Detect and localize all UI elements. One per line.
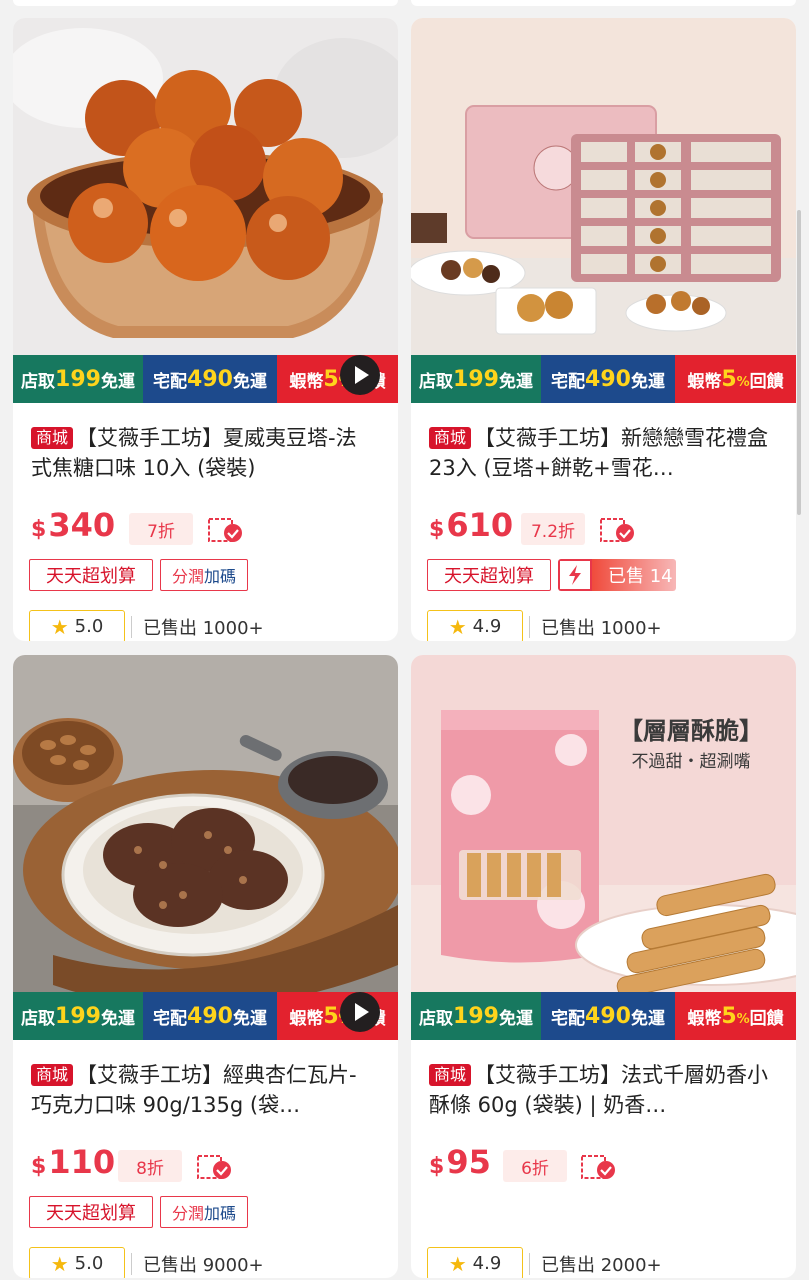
mall-badge: 商城 [31,1064,74,1086]
price: $110 [31,1143,116,1181]
coupon-icon [581,1155,615,1179]
discount-badge: 7.2折 [521,513,585,545]
sold-count: 已售出 9000+ [143,1255,264,1276]
video-play-icon[interactable] [340,992,380,1032]
tag-commission-bonus: 分潤 加碼 [160,559,248,591]
previous-card-edge [411,0,796,6]
tag-daily-deal: 天天超划算 [29,559,153,591]
tag-daily-deal: 天天超划算 [29,1196,153,1228]
product-title[interactable]: 商城 【艾薇手工坊】法式千層奶香小酥條 60g (袋裝) | 奶香… [429,1060,774,1120]
star-icon: ★ [448,614,467,639]
rating-badge: ★ 4.9 [427,610,523,641]
lightning-icon [558,559,592,591]
mall-badge: 商城 [429,1064,472,1086]
product-title[interactable]: 商城 【艾薇手工坊】夏威夷豆塔-法式焦糖口味 10入 (袋裝) [31,423,376,483]
divider [529,616,530,638]
image-headline: 【層層酥脆】 [619,717,763,745]
product-card-hawaii-nut-tart[interactable]: 店取199免運 宅配490免運 蝦幣5%回饋 商城【艾薇手工坊】夏威夷豆塔-法式… [13,18,398,641]
product-image[interactable] [13,18,398,403]
mall-badge: 商城 [31,427,74,449]
divider [131,1253,132,1275]
product-card-snowflake-gift-box[interactable]: 店取 199 免運 宅配 490 免運 蝦幣 5% 回饋 商城 【艾薇手工坊】新戀戀雪花禮盒 … [411,18,796,641]
product-card-almond-tuile[interactable]: 店取199免運 宅配490免運 蝦幣5%回饋 商城【艾薇手工坊】經典杏仁瓦片-巧… [13,655,398,1278]
product-title[interactable]: 商城 【艾薇手工坊】經典杏仁瓦片-巧克力口味 90g/135g (袋… [31,1060,376,1120]
star-icon: ★ [50,614,69,639]
price: $610 [429,506,514,544]
video-play-icon[interactable] [340,355,380,395]
price: $95 [429,1143,491,1181]
coupon-icon [208,518,242,542]
product-title[interactable]: 商城 【艾薇手工坊】新戀戀雪花禮盒 23入 (豆塔+餅乾+雪花… [429,423,774,483]
star-icon: ★ [50,1251,69,1276]
divider [529,1253,530,1275]
mall-badge: 商城 [429,427,472,449]
scrollbar[interactable] [797,210,801,515]
coupon-icon [197,1155,231,1179]
sold-count: 已售出 1000+ [541,618,662,639]
sold-count: 已售出 2000+ [541,1255,662,1276]
rating-badge: ★ 5.0 [29,610,125,641]
rating-badge: ★ 5.0 [29,1247,125,1278]
star-icon: ★ [448,1251,467,1276]
flash-sale-badge: 已售 14 [558,559,676,591]
discount-badge: 6折 [503,1150,567,1182]
price: $340 [31,506,116,544]
divider [131,616,132,638]
image-subheadline: 不過甜・超涮嘴 [632,752,751,772]
product-image[interactable] [13,655,398,1040]
product-image[interactable]: 【層層酥脆】 不過甜・超涮嘴 [411,655,796,1040]
shipping-promo-banner: 店取199免運 宅配490免運 蝦幣5%回饋 [411,992,796,1040]
tag-daily-deal: 天天超划算 [427,559,551,591]
discount-badge: 8折 [118,1150,182,1182]
discount-badge: 7折 [129,513,193,545]
rating-badge: ★ 4.9 [427,1247,523,1278]
sold-count: 已售出 1000+ [143,618,264,639]
shipping-promo-banner: 店取199免運 宅配490免運 蝦幣5%回饋 [411,355,796,403]
product-card-puff-pastry-sticks[interactable]: 【層層酥脆】 不過甜・超涮嘴 店取 199 免運 宅配 490 免運 蝦幣 5% 回饋 商城… [411,655,796,1278]
coupon-icon [600,518,634,542]
tag-commission-bonus: 分潤 加碼 [160,1196,248,1228]
previous-card-edge [13,0,398,6]
product-image[interactable] [411,18,796,403]
